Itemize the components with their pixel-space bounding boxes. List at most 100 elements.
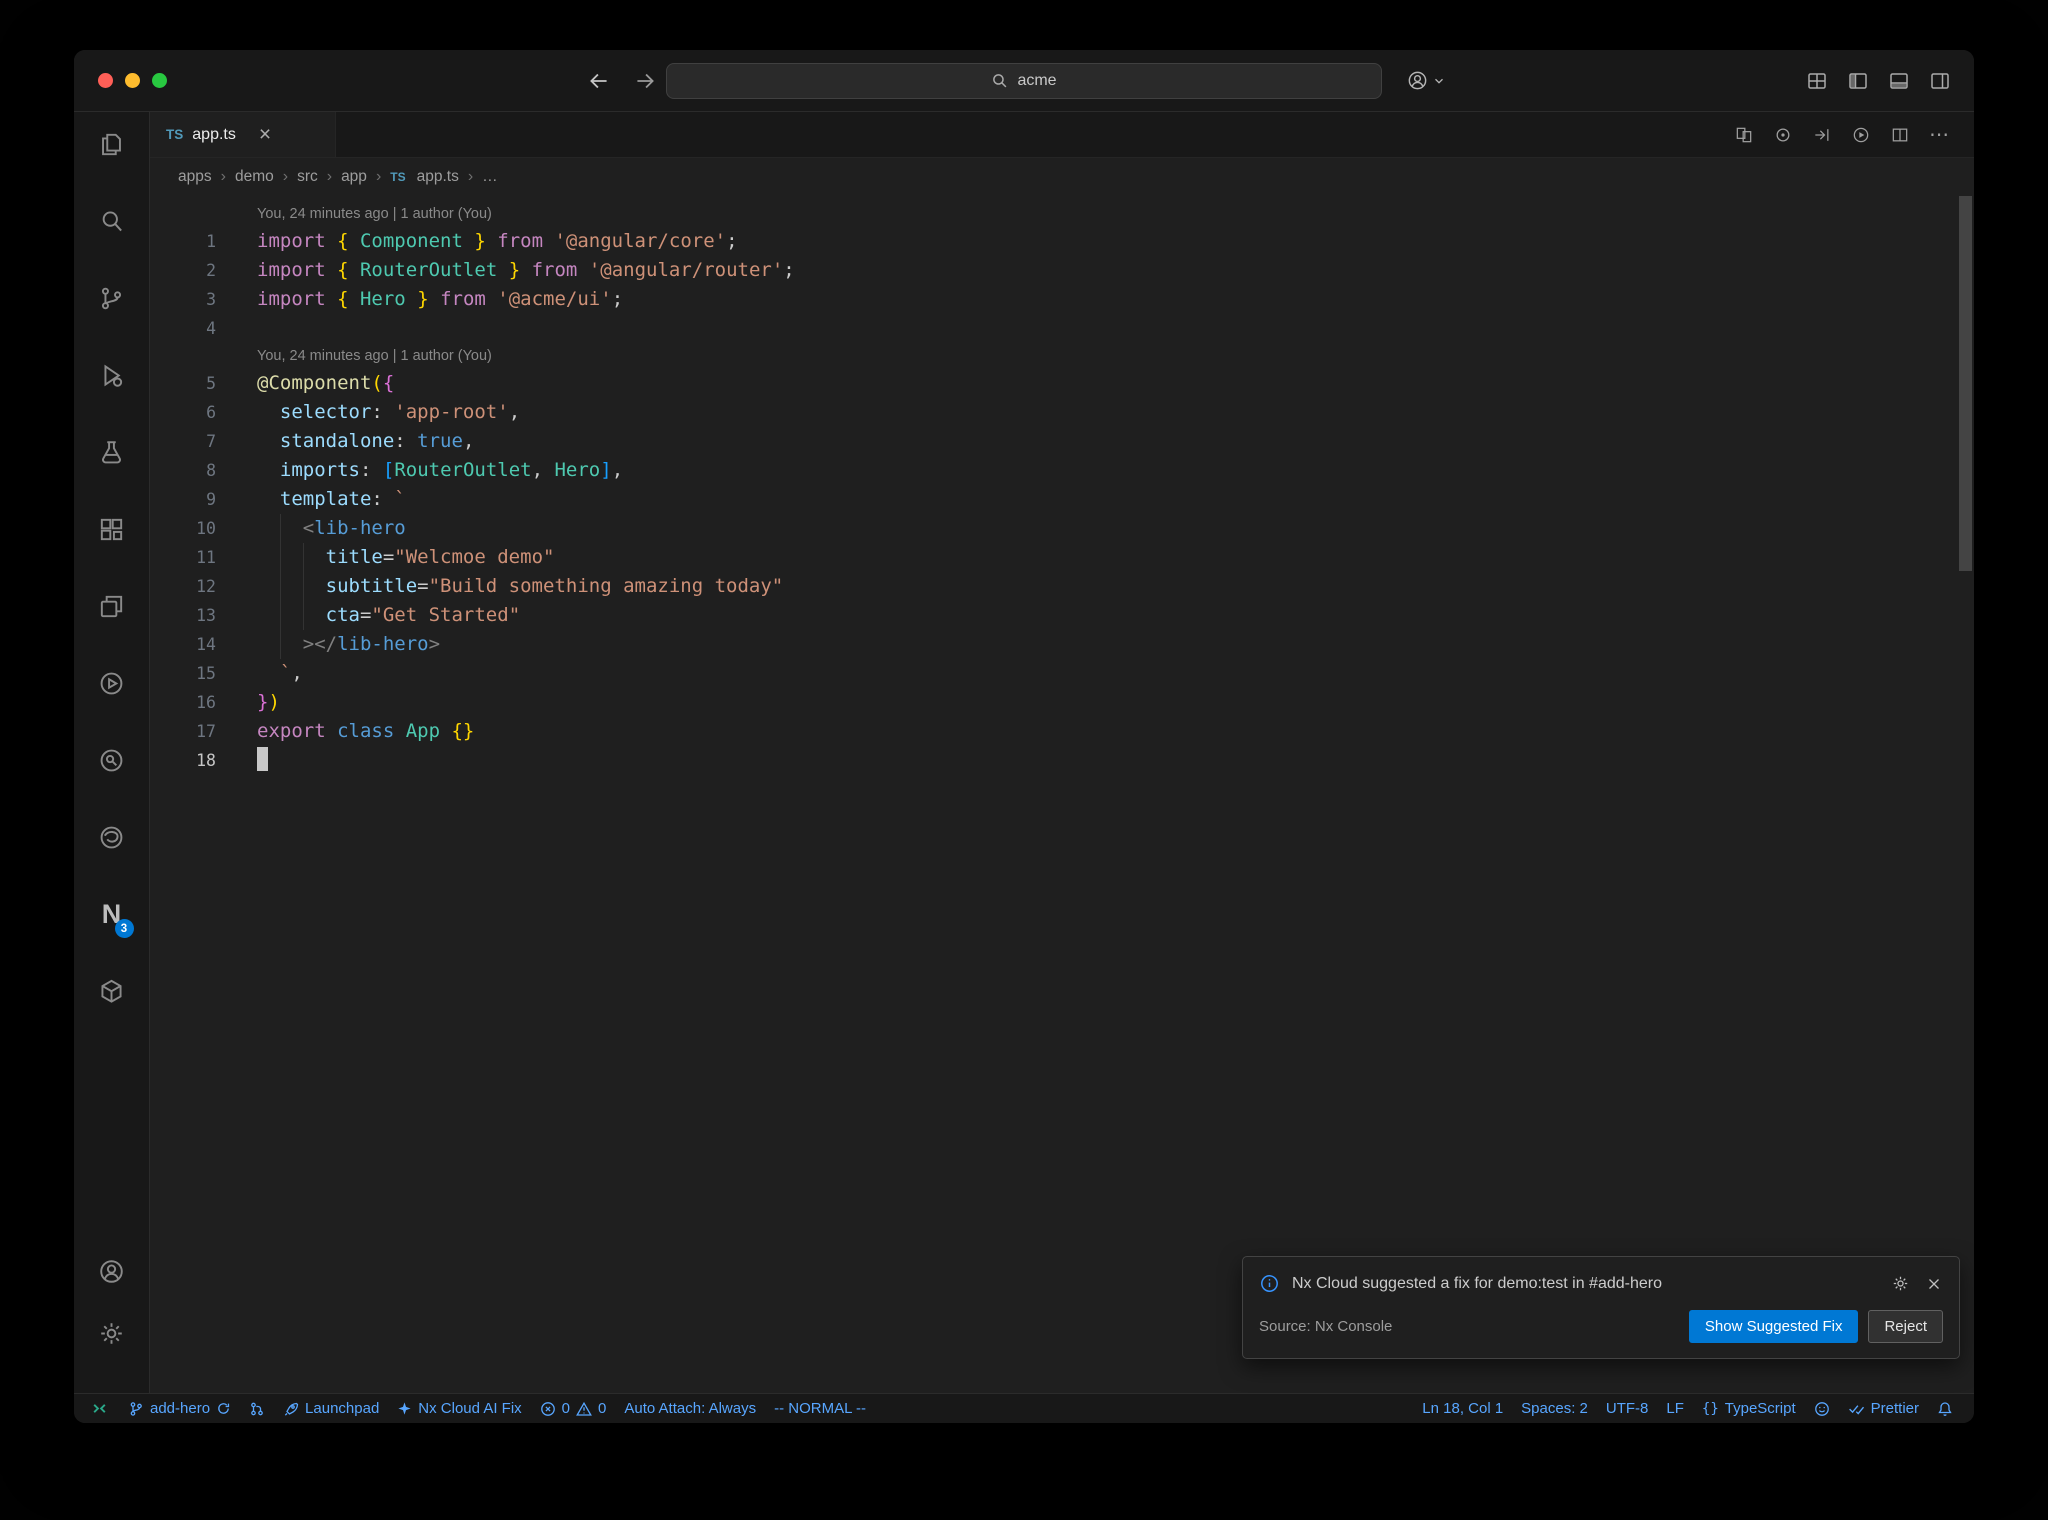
breadcrumb-item[interactable]: apps <box>178 168 212 186</box>
forward-button[interactable] <box>632 68 658 94</box>
swirl-extension-icon[interactable] <box>88 813 136 861</box>
nx-cloud-fix-item[interactable]: Nx Cloud AI Fix <box>388 1394 530 1423</box>
typescript-file-icon: TS <box>390 170 406 184</box>
code-line[interactable]: 12 subtitle="Build something amazing tod… <box>150 572 1974 601</box>
code-line[interactable]: 17 export class App {} <box>150 717 1974 746</box>
nx-console-icon[interactable]: N 3 <box>88 890 136 938</box>
extensions-icon[interactable] <box>88 505 136 553</box>
customize-layout-icon[interactable] <box>1805 69 1829 93</box>
reject-button[interactable]: Reject <box>1868 1310 1943 1343</box>
breadcrumb-separator-icon: › <box>375 168 382 185</box>
run-file-icon[interactable] <box>1851 125 1871 145</box>
container-cube-icon[interactable] <box>88 967 136 1015</box>
close-window-button[interactable] <box>98 73 113 88</box>
minimize-window-button[interactable] <box>125 73 140 88</box>
code-line[interactable]: 11 title="Welcmoe demo" <box>150 543 1974 572</box>
code-line[interactable]: 15 `, <box>150 659 1974 688</box>
back-button[interactable] <box>586 68 612 94</box>
info-icon <box>1259 1273 1280 1294</box>
notification-close-icon[interactable] <box>1925 1275 1943 1293</box>
more-actions-icon[interactable]: ⋯ <box>1929 122 1950 147</box>
code-line[interactable]: 3 import { Hero } from '@acme/ui'; <box>150 285 1974 314</box>
toggle-panel-icon[interactable] <box>1887 69 1911 93</box>
branch-item[interactable]: add-hero <box>119 1394 240 1423</box>
run-debug-icon[interactable] <box>88 351 136 399</box>
code-line[interactable]: 14 ></lib-hero> <box>150 630 1974 659</box>
code-line[interactable]: 8 imports: [RouterOutlet, Hero], <box>150 456 1974 485</box>
indent-guide <box>279 630 281 659</box>
code-line[interactable]: 16}) <box>150 688 1974 717</box>
vertical-scrollbar[interactable] <box>1959 196 1972 571</box>
code-line[interactable]: 13 cta="Get Started" <box>150 601 1974 630</box>
code-line[interactable]: 2 import { RouterOutlet } from '@angular/… <box>150 256 1974 285</box>
code-line[interactable]: 4 <box>150 314 1974 343</box>
notifications-bell-item[interactable] <box>1928 1394 1962 1423</box>
code-line[interactable]: 7 standalone: true, <box>150 427 1974 456</box>
zoom-window-button[interactable] <box>152 73 167 88</box>
code-editor[interactable]: You, 24 minutes ago | 1 author (You) 1 imp… <box>150 196 1974 1393</box>
remote-indicator[interactable] <box>80 1394 119 1423</box>
activity-bar: N 3 <box>74 112 150 1393</box>
code-line[interactable]: 5 @Component({ <box>150 369 1974 398</box>
settings-gear-icon[interactable] <box>88 1309 136 1357</box>
code-line[interactable]: 10 <lib-hero <box>150 514 1974 543</box>
search-circle-icon[interactable] <box>88 736 136 784</box>
code-line[interactable]: 6 selector: 'app-root', <box>150 398 1974 427</box>
line-number: 1 <box>206 232 216 251</box>
search-sidebar-icon[interactable] <box>88 197 136 245</box>
indentation-item[interactable]: Spaces: 2 <box>1512 1394 1597 1423</box>
formatter-item[interactable]: Prettier <box>1839 1394 1928 1423</box>
source-control-icon[interactable] <box>88 274 136 322</box>
feedback-smiley-item[interactable] <box>1805 1394 1839 1423</box>
search-icon <box>991 72 1008 89</box>
testing-icon[interactable] <box>88 428 136 476</box>
braces-icon: {} <box>1701 1400 1719 1417</box>
open-changes-icon[interactable] <box>1812 125 1832 145</box>
run-circle-icon[interactable] <box>88 659 136 707</box>
tab-app-ts[interactable]: TS app.ts × <box>150 112 336 157</box>
code-line[interactable]: 9 template: ` <box>150 485 1974 514</box>
accounts-icon[interactable] <box>88 1247 136 1295</box>
search-value: acme <box>1017 71 1057 89</box>
breadcrumb-item[interactable]: src <box>297 168 318 186</box>
line-col-item[interactable]: Ln 18, Col 1 <box>1413 1394 1512 1423</box>
code-line[interactable]: 18 <box>150 746 1974 775</box>
text-cursor <box>257 747 268 771</box>
toggle-sidebar-right-icon[interactable] <box>1928 69 1952 93</box>
vim-mode-item[interactable]: -- NORMAL -- <box>765 1394 875 1423</box>
notification-settings-gear-icon[interactable] <box>1891 1274 1910 1293</box>
problems-item[interactable]: 0 0 <box>531 1394 616 1423</box>
launchpad-item[interactable]: Launchpad <box>274 1394 388 1423</box>
breadcrumb-item[interactable]: demo <box>235 168 274 186</box>
search-box[interactable]: acme <box>666 62 1382 99</box>
compare-changes-icon[interactable] <box>1734 125 1754 145</box>
split-editor-icon[interactable] <box>1890 125 1910 145</box>
warning-count: 0 <box>598 1400 607 1417</box>
toggle-sidebar-left-icon[interactable] <box>1846 69 1870 93</box>
account-icon <box>1406 69 1429 92</box>
eol-item[interactable]: LF <box>1657 1394 1693 1423</box>
profile-menu[interactable] <box>1406 50 1446 111</box>
code-line[interactable]: 1 import { Component } from '@angular/cor… <box>150 227 1974 256</box>
breadcrumb-item[interactable]: app.ts <box>417 168 459 186</box>
breadcrumb-item[interactable]: … <box>482 168 498 186</box>
codelens-annotation[interactable]: You, 24 minutes ago | 1 author (You) <box>150 343 1974 369</box>
commit-graph-item[interactable] <box>240 1394 274 1423</box>
line-number: 9 <box>206 490 216 509</box>
line-number: 18 <box>196 751 216 770</box>
encoding-item[interactable]: UTF-8 <box>1597 1394 1658 1423</box>
show-suggested-fix-button[interactable]: Show Suggested Fix <box>1688 1310 1859 1343</box>
error-icon <box>540 1401 556 1417</box>
auto-attach-item[interactable]: Auto Attach: Always <box>615 1394 765 1423</box>
close-tab-icon[interactable]: × <box>259 124 271 145</box>
language-mode-item[interactable]: {} TypeScript <box>1693 1394 1805 1423</box>
explorer-icon[interactable] <box>88 120 136 168</box>
toggle-blame-icon[interactable] <box>1773 125 1793 145</box>
remote-explorer-icon[interactable] <box>88 582 136 630</box>
codelens-annotation[interactable]: You, 24 minutes ago | 1 author (You) <box>150 201 1974 227</box>
indent-guide <box>302 601 304 630</box>
breadcrumb-item[interactable]: app <box>341 168 367 186</box>
line-number: 11 <box>196 548 216 567</box>
line-number: 6 <box>206 403 216 422</box>
indent-guide <box>279 514 281 543</box>
